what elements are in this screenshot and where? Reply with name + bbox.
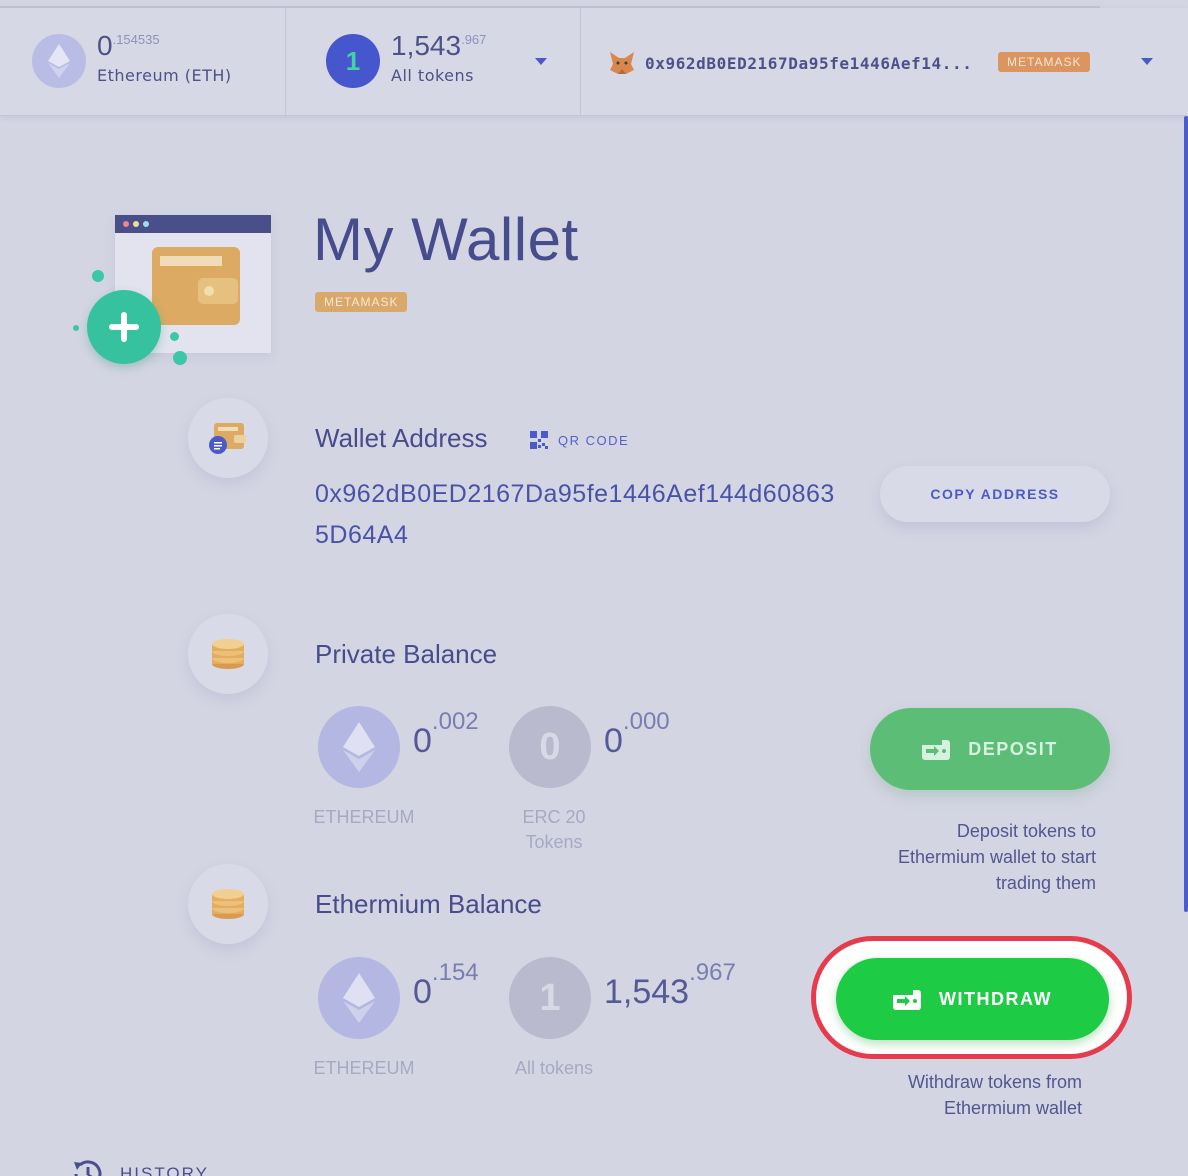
qr-code-label: QR CODE	[558, 432, 630, 448]
ethermium-eth-whole: 0	[413, 973, 432, 1011]
wallet-arrow-icon	[893, 990, 921, 1010]
ethermium-balance-bubble	[188, 864, 268, 944]
all-tokens-icon: 1	[509, 957, 591, 1039]
erc20-token-icon: 0	[509, 706, 591, 788]
account-address: 0x962dB0ED2167Da95fe1446Aef14...	[645, 54, 973, 73]
qr-code-icon	[530, 431, 548, 449]
ethereum-icon	[318, 957, 400, 1039]
eth-label: Ethereum (ETH)	[97, 66, 232, 85]
withdraw-label: WITHDRAW	[939, 988, 1052, 1009]
ethermium-tokens-label: All tokens	[514, 1058, 594, 1078]
token-count-icon: 1	[326, 34, 380, 88]
withdraw-help-line: Withdraw tokens from	[907, 1072, 1082, 1092]
ethereum-icon	[318, 706, 400, 788]
private-balance-title: Private Balance	[315, 639, 498, 669]
wallet-illustration	[70, 210, 280, 370]
ethermium-eth-amount: 0.154	[413, 959, 479, 1012]
caret-down-icon[interactable]	[535, 58, 547, 65]
private-erc20-whole: 0	[604, 722, 623, 760]
ethereum-icon	[32, 34, 86, 88]
wallet-address-title: Wallet Address	[315, 423, 488, 453]
coin-stack-icon	[212, 889, 244, 919]
deposit-help-line: Deposit tokens to	[956, 821, 1096, 841]
top-bar: 0.154535 Ethereum (ETH) 1 1,543.967 All …	[0, 8, 1188, 116]
private-eth-amount: 0.002	[413, 708, 479, 761]
tokens-amount-decimals: .967	[461, 32, 487, 47]
account-selector[interactable]: 0x962dB0ED2167Da95fe1446Aef14... METAMAS…	[581, 8, 1188, 115]
window-top-edge	[0, 0, 1100, 8]
eth-amount-decimals: .154535	[112, 32, 160, 47]
ethermium-tokens-amount: 1,543.967	[604, 959, 736, 1012]
coin-stack-icon	[212, 639, 244, 669]
withdraw-help: Withdraw tokens from Ethermium wallet	[822, 1069, 1082, 1121]
tokens-label: All tokens	[391, 66, 474, 85]
wallet-type-badge: METAMASK	[315, 292, 408, 312]
deposit-help: Deposit tokens to Ethermium wallet to st…	[836, 818, 1096, 896]
deposit-button[interactable]: DEPOSIT	[870, 708, 1110, 790]
deposit-label: DEPOSIT	[968, 738, 1058, 759]
eth-amount-whole: 0	[97, 30, 113, 61]
history-icon	[74, 1160, 102, 1176]
metamask-fox-icon	[610, 52, 634, 78]
tokens-summary[interactable]: 1 1,543.967 All tokens	[286, 8, 580, 115]
history-link[interactable]: HISTORY	[70, 1156, 209, 1176]
deposit-help-line: trading them	[995, 873, 1096, 893]
metamask-badge: METAMASK	[998, 52, 1091, 72]
add-wallet-icon	[87, 290, 161, 364]
withdraw-button[interactable]: WITHDRAW	[836, 958, 1109, 1040]
wallet-address-value: 0x962dB0ED2167Da95fe1446Aef144d608635D64…	[315, 480, 835, 549]
withdraw-help-line: Ethermium wallet	[943, 1098, 1082, 1118]
private-erc20-label: ERC 20 Tokens	[494, 805, 614, 855]
ethermium-tokens-decimals: .967	[689, 959, 736, 986]
eth-balance-summary[interactable]: 0.154535 Ethereum (ETH)	[0, 8, 285, 115]
qr-code-link[interactable]: QR CODE	[530, 431, 629, 449]
deposit-help-line: Ethermium wallet to start	[897, 847, 1096, 867]
ethermium-tokens-whole: 1,543	[604, 973, 690, 1011]
eth-amount: 0.154535	[97, 30, 160, 62]
ethermium-balance-title: Ethermium Balance	[315, 889, 542, 919]
private-erc20-decimals: .000	[622, 708, 670, 735]
private-balance-bubble	[188, 614, 268, 694]
private-eth-whole: 0	[413, 722, 432, 760]
private-eth-label: ETHEREUM	[313, 807, 415, 827]
wallet-address-bubble	[188, 398, 268, 478]
scrollbar[interactable]	[1184, 116, 1188, 912]
caret-down-icon[interactable]	[1141, 58, 1153, 65]
ethermium-eth-label: ETHEREUM	[313, 1058, 415, 1078]
private-eth-decimals: .002	[431, 708, 479, 735]
erc20-label-line1: ERC 20	[522, 807, 586, 827]
ethermium-eth-decimals: .154	[431, 959, 479, 986]
wallet-arrow-icon	[922, 740, 951, 760]
erc20-label-line2: Tokens	[525, 832, 583, 852]
wallet-address-icon	[209, 423, 246, 454]
copy-address-button[interactable]: COPY ADDRESS	[880, 466, 1110, 522]
page-title: My Wallet	[313, 206, 579, 273]
history-label: HISTORY	[120, 1164, 209, 1176]
tokens-amount: 1,543.967	[391, 30, 486, 62]
tokens-amount-whole: 1,543	[391, 30, 462, 61]
token-count: 1	[345, 45, 361, 76]
private-erc20-amount: 0.000	[604, 708, 670, 761]
